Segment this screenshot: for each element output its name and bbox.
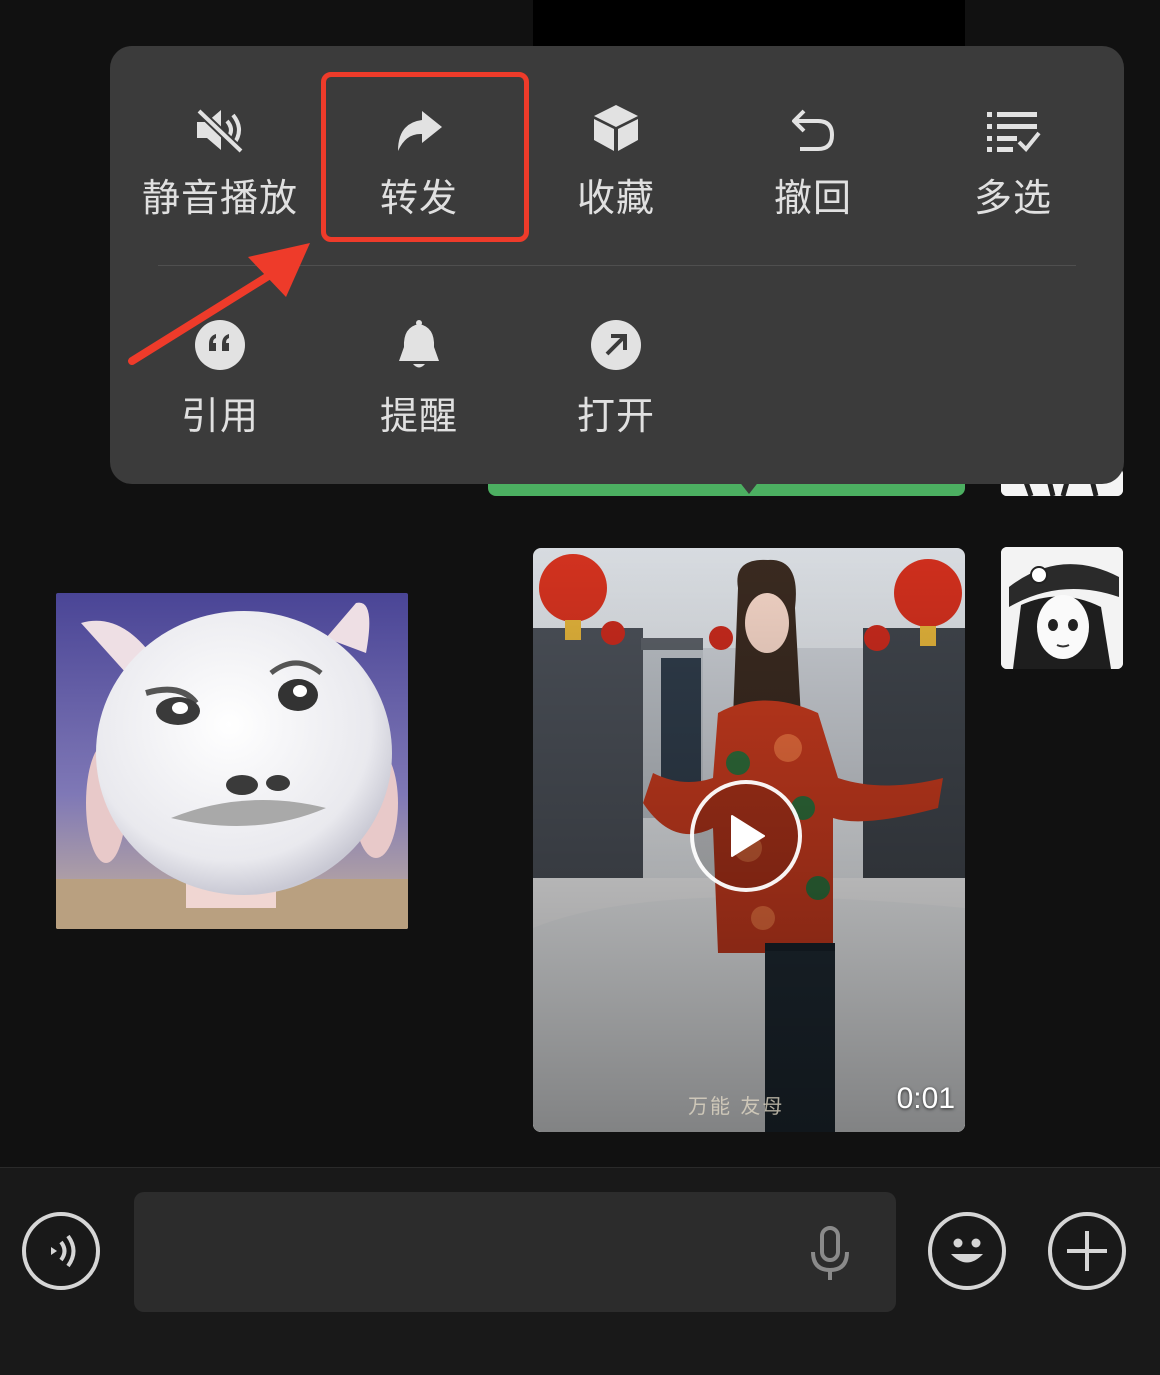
multi-select-list-icon [983, 100, 1043, 153]
voice-toggle-button[interactable] [22, 1212, 100, 1290]
emoji-button[interactable] [928, 1212, 1006, 1290]
more-actions-button[interactable] [1048, 1212, 1126, 1290]
voice-toggle-icon [51, 1234, 76, 1268]
open-external-icon [586, 318, 646, 371]
cube-icon [586, 100, 646, 153]
menu-item-label: 打开 [576, 394, 655, 438]
menu-item-mute-play[interactable]: 静音播放 [121, 62, 319, 222]
video-watermark: 万能 友母 [688, 1094, 785, 1118]
previous-message-edge [533, 0, 965, 48]
forward-highlight-box [321, 72, 529, 242]
menu-item-recall[interactable]: 撤回 [714, 62, 912, 222]
plus-icon [1067, 1231, 1107, 1271]
menu-item-multi-select[interactable]: 多选 [914, 62, 1112, 222]
emoji-icon [951, 1238, 983, 1263]
message-input[interactable] [134, 1192, 896, 1312]
menu-item-label: 提醒 [379, 394, 458, 438]
menu-item-remind[interactable]: 提醒 [320, 280, 518, 440]
annotation-arrow-icon [128, 243, 310, 365]
bell-icon [389, 318, 449, 371]
sticker-image[interactable] [56, 593, 408, 929]
play-icon[interactable] [690, 780, 802, 892]
menu-item-open[interactable]: 打开 [517, 280, 715, 440]
microphone-icon[interactable] [806, 1226, 854, 1282]
mute-speaker-icon [190, 100, 250, 153]
menu-item-label: 静音播放 [141, 176, 298, 220]
menu-pointer [738, 480, 760, 494]
video-duration: 0:01 [896, 1082, 955, 1115]
menu-item-label: 撤回 [773, 176, 852, 220]
menu-item-favorite[interactable]: 收藏 [517, 62, 715, 222]
menu-item-label: 引用 [180, 394, 259, 438]
menu-item-label: 收藏 [576, 176, 655, 220]
avatar-self-manga[interactable] [1001, 547, 1123, 669]
undo-arrow-icon [783, 100, 843, 153]
menu-item-label: 多选 [973, 176, 1052, 220]
